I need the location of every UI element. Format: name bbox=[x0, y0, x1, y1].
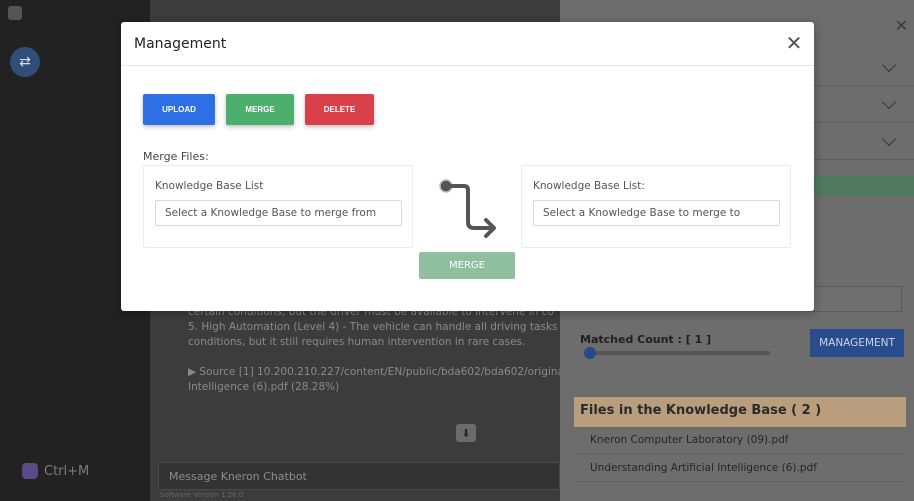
target-kb-select[interactable]: Select a Knowledge Base to merge to bbox=[533, 200, 780, 226]
chat-line: 5. High Automation (Level 4) - The vehic… bbox=[188, 321, 560, 333]
management-button[interactable]: MANAGEMENT bbox=[810, 329, 904, 357]
close-icon[interactable]: ✕ bbox=[784, 31, 804, 55]
message-input[interactable]: Message Kneron Chatbot bbox=[158, 462, 560, 490]
shortcut-hint: Ctrl+M bbox=[22, 463, 89, 479]
version-text: Software Version 1.26.0 bbox=[160, 491, 244, 499]
chat-line: conditions, but it still requires human … bbox=[188, 336, 526, 348]
settings-field[interactable] bbox=[808, 286, 902, 312]
kb-file-item[interactable]: Kneron Computer Laboratory (09).pdf bbox=[574, 428, 906, 454]
modal-header: Management ✕ bbox=[121, 22, 814, 66]
upload-button[interactable]: UPLOAD bbox=[143, 94, 215, 125]
chat-line bbox=[188, 350, 560, 365]
merge-tab-button[interactable]: MERGE bbox=[226, 94, 294, 125]
keyboard-icon bbox=[22, 463, 38, 479]
source-kb-select[interactable]: Select a Knowledge Base to merge from bbox=[155, 200, 402, 226]
modal-title: Management bbox=[134, 36, 227, 52]
merge-files-label: Merge Files: bbox=[143, 150, 209, 163]
chat-source-line[interactable]: ▶ Source [1] 10.200.210.227/content/EN/p… bbox=[188, 365, 560, 380]
new-chat-icon[interactable]: ⇄ bbox=[10, 47, 40, 77]
target-kb-label: Knowledge Base List: bbox=[533, 180, 645, 192]
management-modal: Management ✕ UPLOAD MERGE DELETE Merge F… bbox=[121, 22, 814, 311]
delete-button[interactable]: DELETE bbox=[305, 94, 374, 125]
download-icon[interactable]: ⬇ bbox=[456, 424, 476, 442]
chevron-down-icon bbox=[881, 131, 897, 147]
slider-thumb[interactable] bbox=[583, 347, 596, 359]
matched-count-label: Matched Count : [ 1 ] bbox=[580, 333, 712, 346]
status-bar bbox=[808, 176, 914, 196]
kb-files-header: Files in the Knowledge Base ( 2 ) bbox=[574, 397, 906, 427]
chevron-down-icon bbox=[881, 57, 897, 73]
app-logo-icon bbox=[8, 6, 22, 20]
merge-arrow-icon bbox=[439, 179, 496, 238]
settings-close-icon[interactable]: ✕ bbox=[895, 16, 908, 35]
chat-message: certain conditions, but the driver must … bbox=[188, 305, 560, 395]
chat-line: Intelligence (6).pdf (28.28%) bbox=[188, 381, 340, 393]
shortcut-label: Ctrl+M bbox=[44, 463, 90, 479]
merge-submit-button[interactable]: MERGE bbox=[419, 252, 515, 279]
source-kb-card: Knowledge Base List Select a Knowledge B… bbox=[143, 165, 413, 248]
target-kb-card: Knowledge Base List: Select a Knowledge … bbox=[521, 165, 791, 248]
source-kb-label: Knowledge Base List bbox=[155, 180, 264, 192]
matched-count-slider[interactable] bbox=[584, 351, 770, 355]
chevron-down-icon bbox=[881, 94, 897, 110]
kb-file-item[interactable]: Understanding Artificial Intelligence (6… bbox=[574, 456, 906, 482]
